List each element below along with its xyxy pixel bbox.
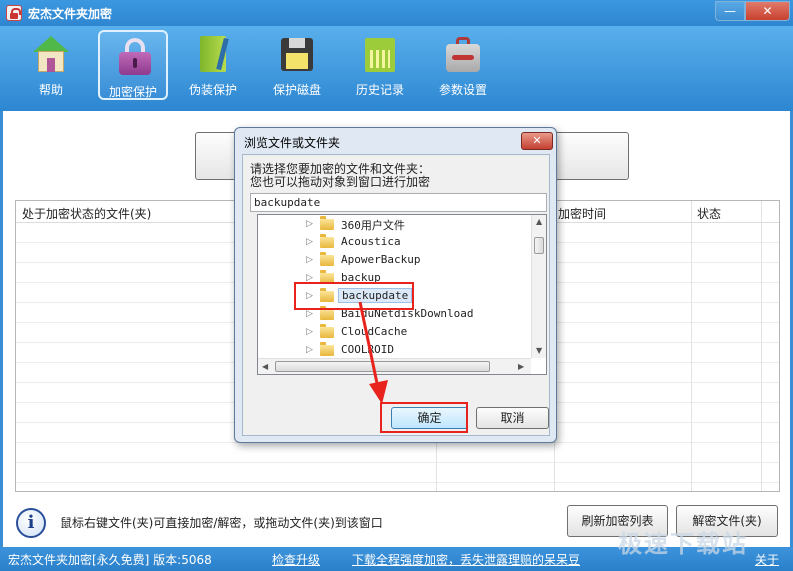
column-divider (691, 201, 692, 491)
vertical-scrollbar[interactable]: ▲ ▼ (531, 215, 546, 358)
tree-item[interactable]: ▷ Acoustica (258, 234, 528, 252)
column-header-file[interactable]: 处于加密状态的文件(夹) (22, 205, 151, 222)
toolbar-protect-disk[interactable]: 保护磁盘 (262, 30, 332, 100)
floppy-disk-icon (278, 36, 316, 74)
expand-arrow-icon[interactable]: ▷ (306, 327, 313, 337)
folder-icon (320, 234, 334, 248)
toolbar-disguise-protect[interactable]: 伪装保护 (178, 30, 248, 100)
scroll-down-icon[interactable]: ▼ (536, 346, 542, 355)
main-toolbar: 帮助 加密保护 伪装保护 保护磁盘 历史记录 参数设置 (0, 26, 793, 111)
tree-item-label: 360用户文件 (341, 219, 405, 232)
column-divider (761, 201, 762, 491)
hint-text: 鼠标右键文件(夹)可直接加密/解密，或拖动文件(夹)到该窗口 (60, 516, 383, 530)
expand-arrow-icon[interactable]: ▷ (306, 345, 313, 355)
annotation-arrow-icon (358, 301, 388, 404)
tree-item-label: ApowerBackup (341, 253, 421, 266)
toolbar-label: 伪装保护 (188, 83, 237, 97)
check-upgrade-link[interactable]: 检查升级 (272, 551, 320, 568)
toolbar-label: 加密保护 (108, 85, 157, 99)
history-icon (361, 36, 399, 74)
column-header-time[interactable]: 加密时间 (558, 205, 606, 222)
toolbar-settings[interactable]: 参数设置 (428, 30, 498, 100)
home-icon (32, 36, 70, 74)
toolbar-label: 保护磁盘 (272, 83, 321, 97)
toolbar-encrypt-protect[interactable]: 加密保护 (98, 30, 168, 100)
about-link[interactable]: 关于 (755, 551, 779, 568)
toolbar-history[interactable]: 历史记录 (345, 30, 415, 100)
folder-icon (320, 342, 334, 356)
scroll-left-icon[interactable]: ◀ (262, 362, 268, 371)
toolbar-label: 参数设置 (438, 83, 487, 97)
site-watermark: 极速下载站 (618, 530, 748, 558)
dialog-cancel-button[interactable]: 取消 (476, 407, 549, 429)
toolbar-help[interactable]: 帮助 (16, 30, 86, 100)
book-icon (194, 36, 232, 74)
dialog-title: 浏览文件或文件夹 (244, 136, 341, 150)
dialog-close-button[interactable]: ✕ (521, 132, 553, 150)
toolbox-icon (444, 36, 482, 74)
download-link[interactable]: 下载全程强度加密，丢失泄露理赔的呆呆豆 (352, 551, 580, 568)
toolbar-label: 帮助 (38, 83, 63, 97)
tree-item-label: Acoustica (341, 235, 401, 248)
dialog-prompt-drag: 您也可以拖动对象到窗口进行加密 (250, 175, 431, 189)
tree-item[interactable]: ▷ 360用户文件 (258, 216, 528, 234)
info-icon: i (16, 508, 46, 538)
folder-icon (320, 252, 334, 266)
scroll-right-icon[interactable]: ▶ (518, 362, 524, 371)
tree-item[interactable]: ▷ ApowerBackup (258, 252, 528, 270)
app-lock-icon (6, 5, 22, 21)
scroll-up-icon[interactable]: ▲ (536, 217, 542, 226)
expand-arrow-icon[interactable]: ▷ (306, 237, 313, 247)
expand-arrow-icon[interactable]: ▷ (306, 255, 313, 265)
selected-path-field[interactable]: backupdate (250, 193, 547, 212)
folder-icon (320, 216, 334, 230)
column-header-status[interactable]: 状态 (697, 205, 721, 222)
version-text: 宏杰文件夹加密[永久免费] 版本:5068 (8, 553, 212, 567)
title-bar: 宏杰文件夹加密 — ✕ (0, 0, 793, 26)
toolbar-label: 历史记录 (355, 83, 404, 97)
scroll-thumb[interactable] (534, 237, 544, 254)
expand-arrow-icon[interactable]: ▷ (306, 219, 313, 229)
close-button[interactable]: ✕ (745, 1, 790, 21)
folder-icon (320, 306, 334, 320)
expand-arrow-icon[interactable]: ▷ (306, 309, 313, 319)
lock-icon (116, 38, 154, 76)
window-title: 宏杰文件夹加密 (28, 7, 113, 21)
folder-icon (320, 324, 334, 338)
minimize-button[interactable]: — (715, 1, 745, 21)
